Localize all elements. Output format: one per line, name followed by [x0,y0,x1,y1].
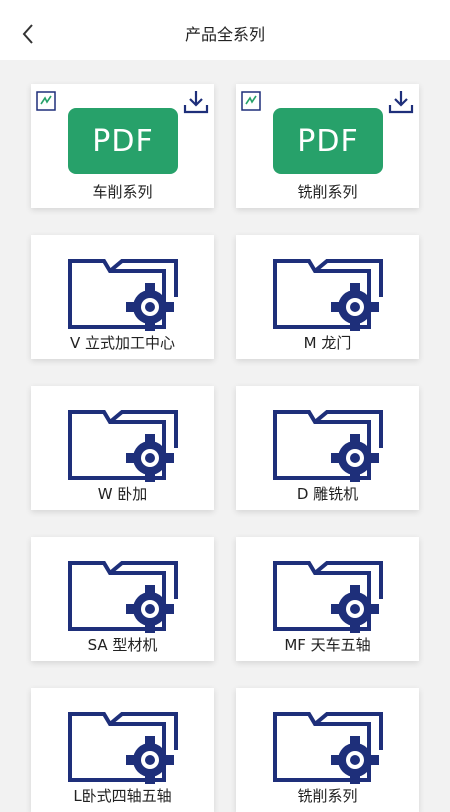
folder-card[interactable]: SA 型材机 [31,537,214,661]
folder-gear-icon [273,410,383,482]
folder-card[interactable]: W 卧加 [31,386,214,510]
pdf-card-milling[interactable]: PDF 铣削系列 [236,84,419,208]
pdf-file-icon [36,91,56,111]
folder-gear-icon [68,259,178,331]
card-label: SA 型材机 [87,636,158,654]
folder-gear-icon [273,561,383,633]
product-grid: PDF 车削系列 PDF 铣削系列 V 立式加工中心 M 龙门 W 卧加 D 雕… [0,60,450,812]
card-label: 铣削系列 [297,183,358,201]
pdf-file-icon [241,91,261,111]
download-icon[interactable] [387,88,415,116]
download-icon[interactable] [182,88,210,116]
folder-card[interactable]: MF 天车五轴 [236,537,419,661]
card-label: W 卧加 [97,485,148,503]
folder-gear-icon [68,410,178,482]
pdf-badge: PDF [68,108,178,174]
folder-gear-icon [273,712,383,784]
pdf-card-turning[interactable]: PDF 车削系列 [31,84,214,208]
card-label: M 龙门 [303,334,352,352]
folder-card[interactable]: L卧式四轴五轴 [31,688,214,812]
card-label: L卧式四轴五轴 [73,787,172,805]
card-label: 铣削系列 [297,787,358,805]
folder-gear-icon [273,259,383,331]
top-bar: 产品全系列 [0,0,450,60]
folder-gear-icon [68,712,178,784]
folder-card[interactable]: V 立式加工中心 [31,235,214,359]
folder-gear-icon [68,561,178,633]
folder-card[interactable]: M 龙门 [236,235,419,359]
pdf-badge: PDF [273,108,383,174]
card-label: 车削系列 [92,183,153,201]
card-label: V 立式加工中心 [69,334,176,352]
card-label: MF 天车五轴 [284,636,371,654]
folder-card[interactable]: D 雕铣机 [236,386,419,510]
folder-card[interactable]: 铣削系列 [236,688,419,812]
card-label: D 雕铣机 [296,485,359,503]
